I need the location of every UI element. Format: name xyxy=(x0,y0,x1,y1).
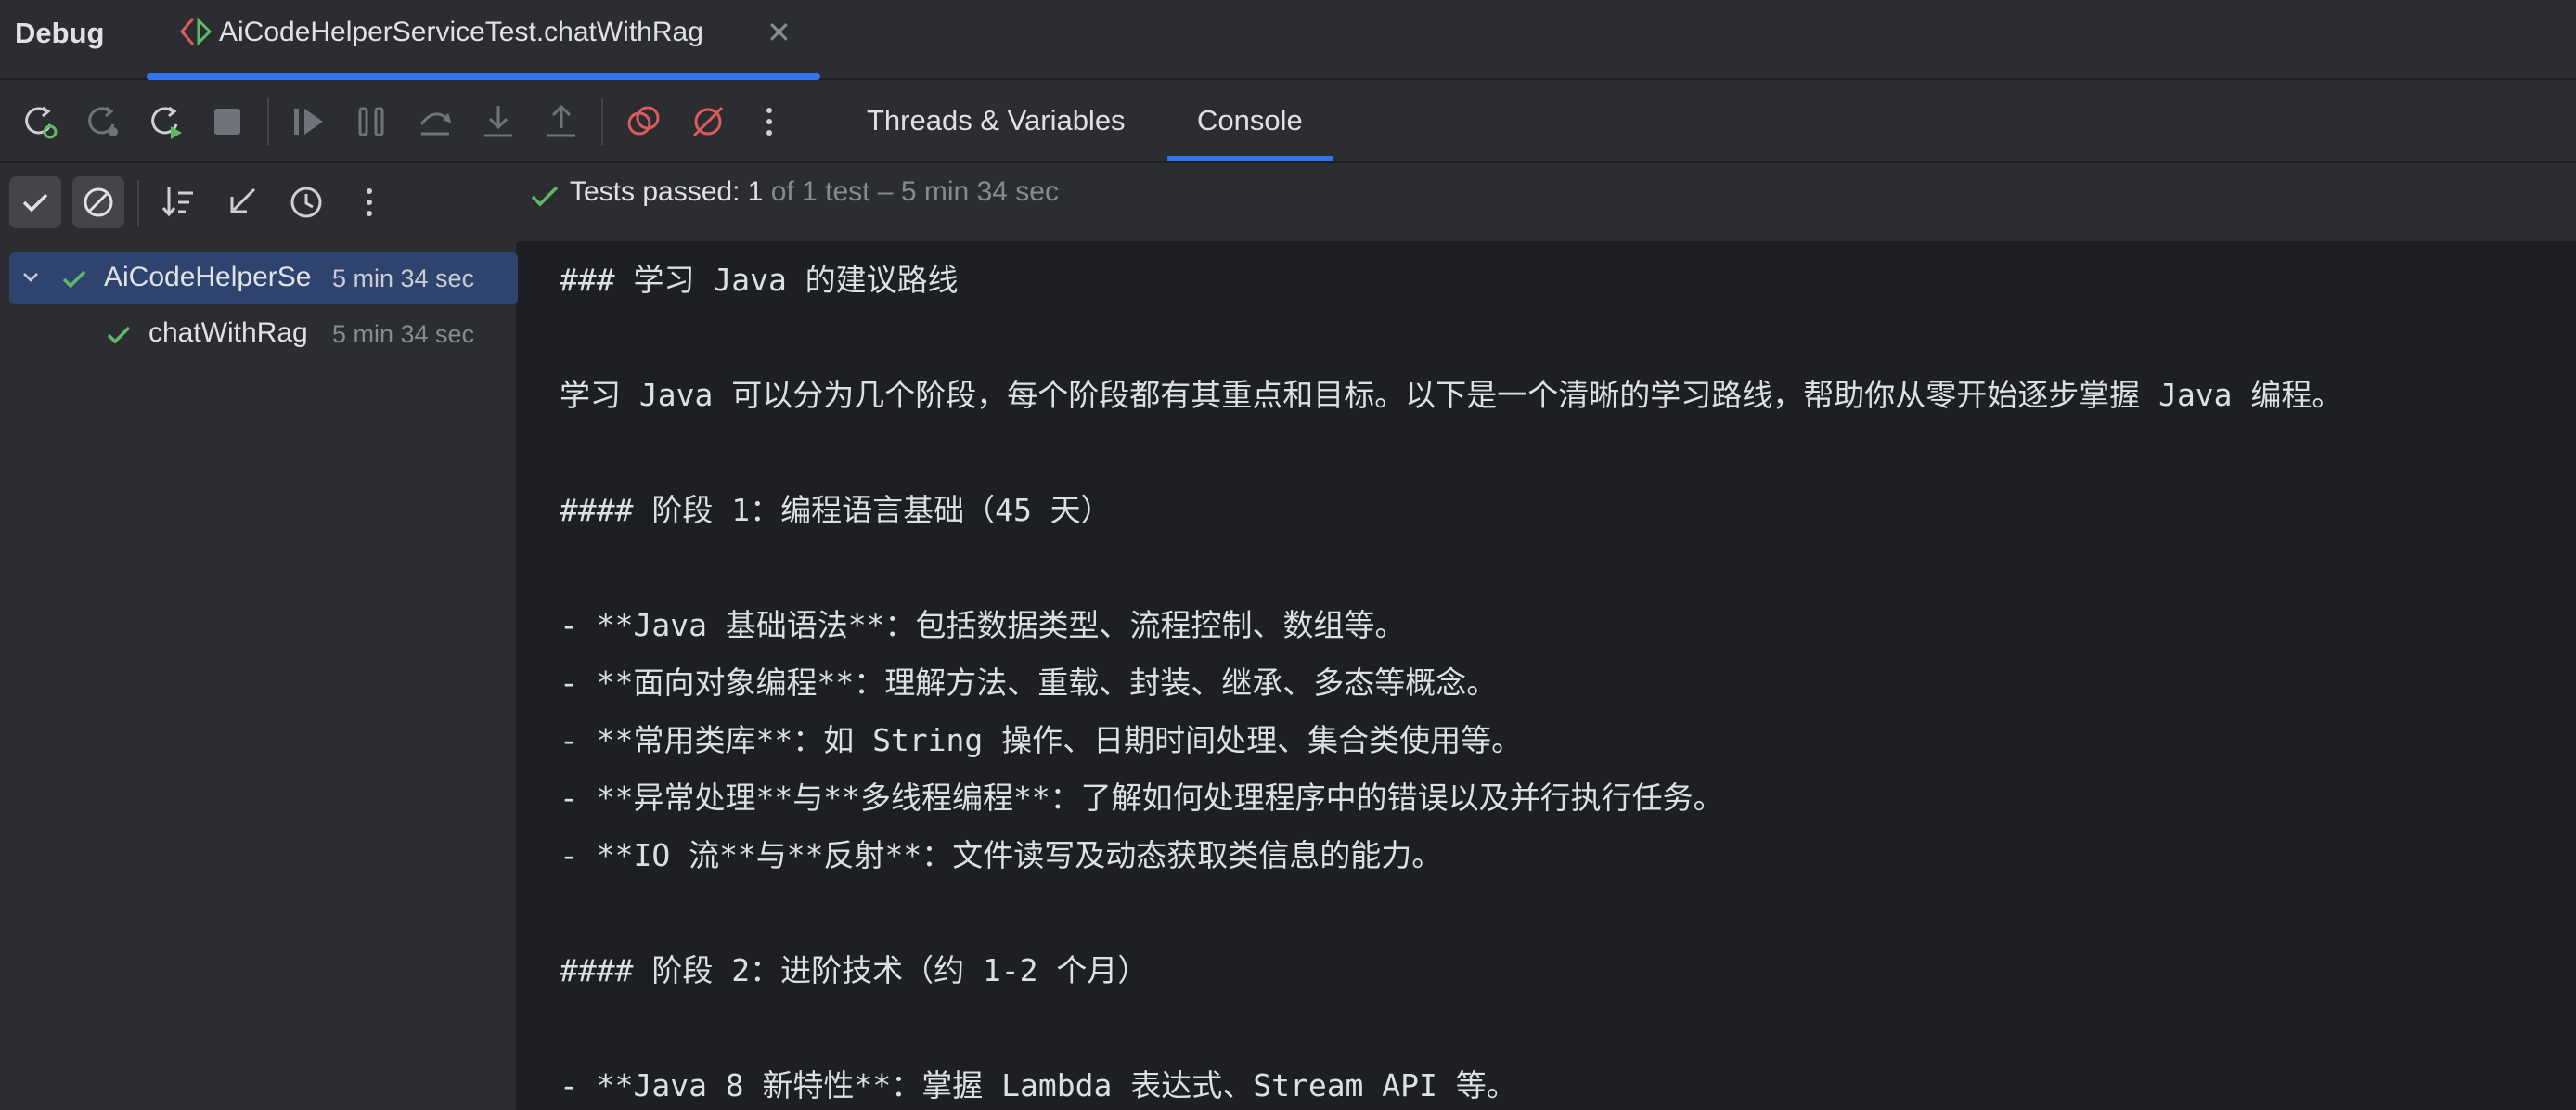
toolbar-separator xyxy=(137,180,139,226)
toolbar-separator xyxy=(267,98,269,145)
tab-threads-variables[interactable]: Threads & Variables xyxy=(867,80,1126,161)
history-icon[interactable] xyxy=(280,176,332,228)
mute-breakpoints-icon[interactable] xyxy=(687,100,729,143)
collapse-icon[interactable] xyxy=(217,176,269,228)
more-options-icon[interactable] xyxy=(343,176,395,228)
passed-check-icon xyxy=(59,264,89,293)
test-tree-toolbar xyxy=(0,163,518,243)
status-summary: of 1 test – 5 min 34 sec xyxy=(763,176,1059,207)
debug-title-bar: Debug AiCodeHelperServiceTest.chatWithRa… xyxy=(0,0,2576,80)
console-line: - **Java 8 新特性**：掌握 Lambda 表达式、Stream AP… xyxy=(560,1067,1517,1104)
console-line: - **Java 基础语法**：包括数据类型、流程控制、数组等。 xyxy=(560,607,1406,643)
toolbar-separator xyxy=(601,98,603,145)
console-line: - **常用类库**：如 String 操作、日期时间处理、集合类使用等。 xyxy=(560,722,1523,758)
console-line: 学习 Java 可以分为几个阶段，每个阶段都有其重点和目标。以下是一个清晰的学习… xyxy=(560,377,2343,413)
passed-check-icon xyxy=(104,319,134,349)
test-tree: AiCodeHelperSe 5 min 34 sec chatWithRag … xyxy=(0,243,518,1110)
session-tab-title: AiCodeHelperServiceTest.chatWithRag xyxy=(219,17,703,47)
rerun-icon[interactable] xyxy=(19,100,61,143)
test-method-name: chatWithRag xyxy=(148,317,308,348)
console-line: #### 阶段 1：编程语言基础（45 天） xyxy=(560,492,1112,528)
pause-icon[interactable] xyxy=(351,100,393,143)
more-options-icon[interactable] xyxy=(748,100,791,143)
active-tab-indicator xyxy=(1167,156,1333,161)
passed-check-icon xyxy=(527,178,562,213)
console-line: ### 学习 Java 的建议路线 xyxy=(560,262,959,298)
debugger-toolbar: Threads & Variables Console xyxy=(0,80,2576,163)
test-tree-item[interactable]: chatWithRag 5 min 34 sec xyxy=(9,308,518,360)
console-line: - **面向对象编程**：理解方法、重载、封装、继承、多态等概念。 xyxy=(560,665,1498,701)
step-over-icon[interactable] xyxy=(414,100,457,143)
step-into-icon[interactable] xyxy=(477,100,520,143)
view-breakpoints-icon[interactable] xyxy=(622,100,664,143)
stop-icon[interactable] xyxy=(206,100,249,143)
console-line: #### 阶段 2：进阶技术（约 1-2 个月） xyxy=(560,952,1149,988)
resume-icon[interactable] xyxy=(288,100,330,143)
test-status-text: Tests passed: 1 of 1 test – 5 min 34 sec xyxy=(570,176,1059,208)
close-icon[interactable]: ✕ xyxy=(766,15,792,50)
tab-label: Threads & Variables xyxy=(867,104,1126,136)
panel-title: Debug xyxy=(15,17,105,49)
show-passed-icon[interactable] xyxy=(9,176,61,228)
active-tab-indicator xyxy=(147,73,820,80)
test-class-name: AiCodeHelperSe xyxy=(104,262,312,292)
session-tab[interactable]: AiCodeHelperServiceTest.chatWithRag ✕ xyxy=(147,0,820,80)
test-duration: 5 min 34 sec xyxy=(332,265,475,292)
test-duration: 5 min 34 sec xyxy=(332,320,475,348)
console-output[interactable]: ### 学习 Java 的建议路线 学习 Java 可以分为几个阶段，每个阶段都… xyxy=(520,243,2576,1110)
chevron-down-icon[interactable] xyxy=(17,264,45,291)
console-line: - **异常处理**与**多线程编程**：了解如何处理程序中的错误以及并行执行任… xyxy=(560,780,1724,816)
restart-icon[interactable] xyxy=(145,100,187,143)
test-run-icon xyxy=(176,15,213,48)
tab-label: Console xyxy=(1197,104,1303,136)
test-tree-root[interactable]: AiCodeHelperSe 5 min 34 sec xyxy=(9,252,518,304)
status-label: Tests passed: xyxy=(570,176,748,207)
step-out-icon[interactable] xyxy=(540,100,583,143)
test-status-bar: Tests passed: 1 of 1 test – 5 min 34 sec xyxy=(518,163,2576,243)
tab-console[interactable]: Console xyxy=(1167,80,1333,161)
status-count: 1 xyxy=(747,176,764,207)
console-line: - **IO 流**与**反射**：文件读写及动态获取类信息的能力。 xyxy=(560,837,1443,873)
show-ignored-icon[interactable] xyxy=(72,176,124,228)
sort-icon[interactable] xyxy=(154,176,206,228)
rerun-failed-icon[interactable] xyxy=(82,100,124,143)
